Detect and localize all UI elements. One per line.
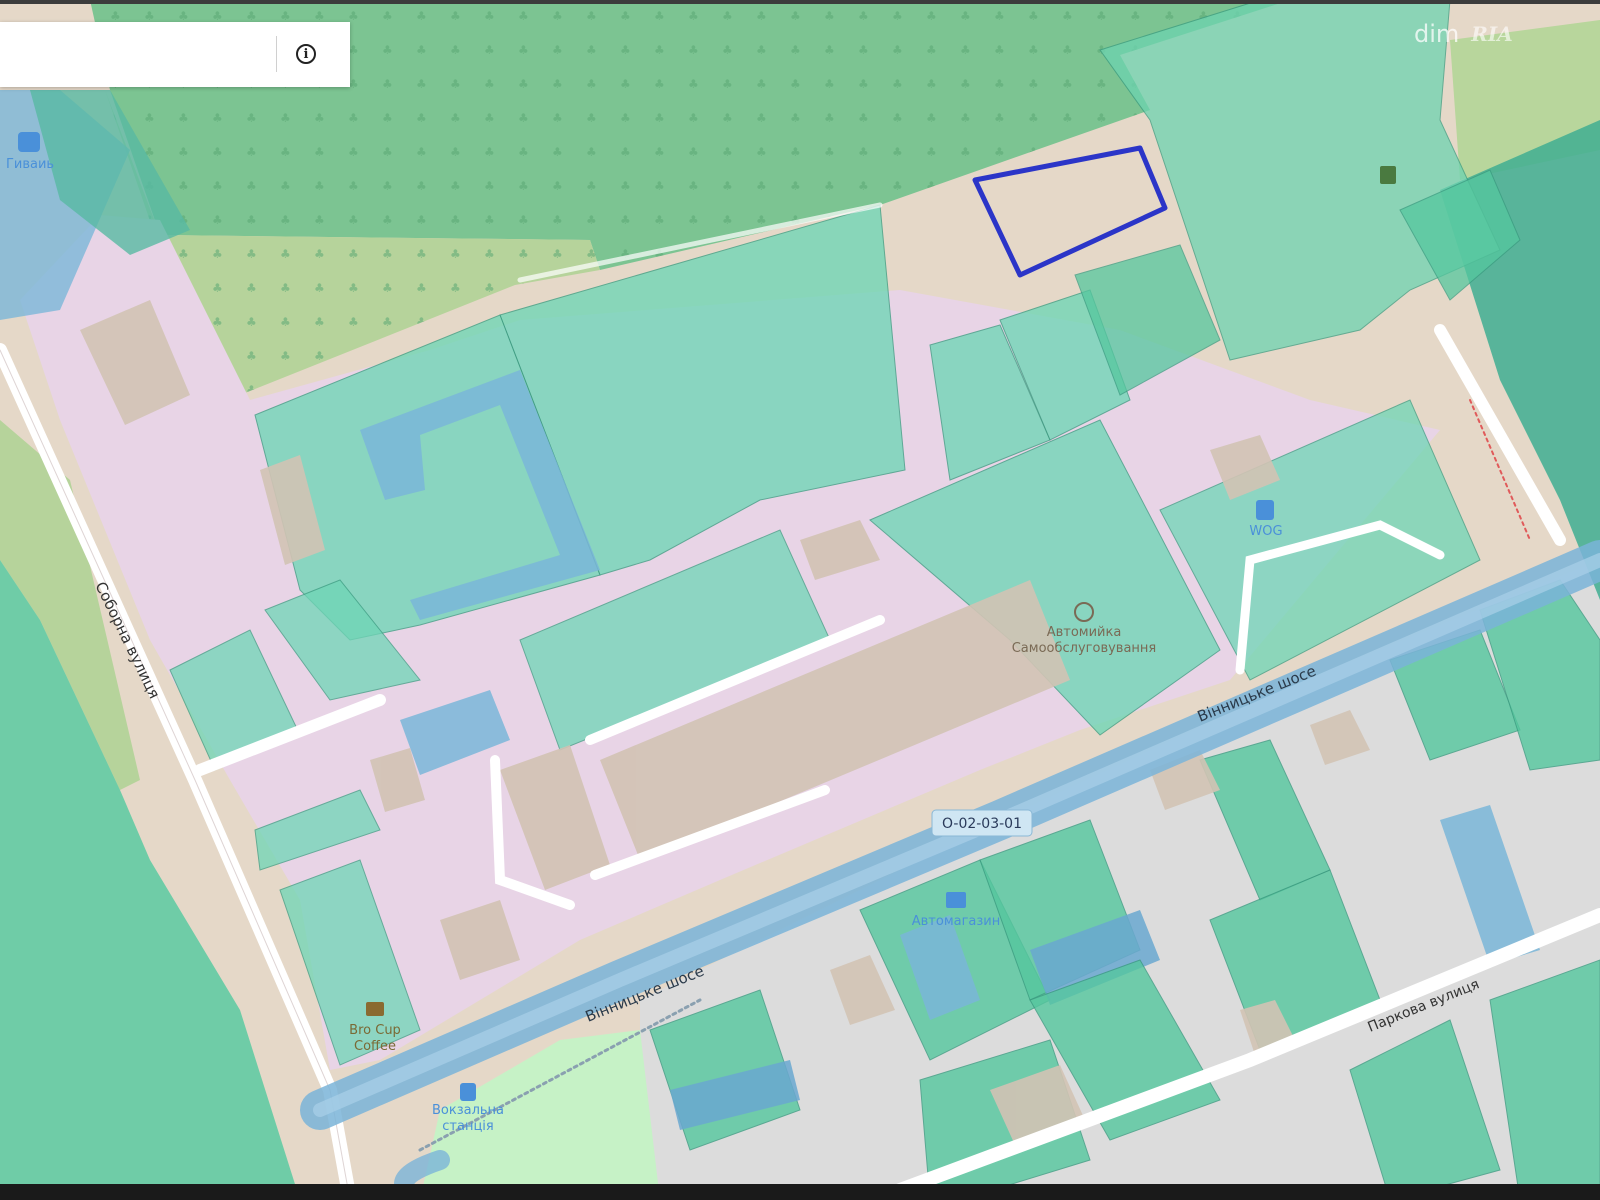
info-button[interactable]: i (286, 34, 326, 74)
railway-label-2: станція (442, 1119, 493, 1134)
train-icon (460, 1083, 476, 1101)
shop-icon (946, 892, 966, 908)
window-top-edge (0, 0, 1600, 4)
cadastral-map[interactable]: ♣ (0, 0, 1600, 1200)
fuel-station-icon (1256, 500, 1274, 520)
watermark: dim RIA (1414, 14, 1554, 54)
shop-label: Автомагазин (912, 914, 1001, 929)
map-viewport[interactable]: ♣ (0, 0, 1600, 1200)
bus-stop-icon (18, 132, 40, 152)
poi-unnamed-marker[interactable] (1380, 166, 1396, 184)
search-input[interactable] (0, 22, 270, 87)
railway-label-1: Вокзальна (432, 1103, 504, 1118)
coffee-label-1: Bro Cup (349, 1023, 401, 1038)
watermark-dim: dim (1414, 20, 1460, 48)
coffee-label-2: Coffee (354, 1039, 396, 1054)
coffee-icon (366, 1002, 384, 1016)
car-wash-label-2: Самообслуговування (1012, 641, 1157, 656)
search-panel: i (0, 22, 350, 87)
office-icon (1380, 166, 1396, 184)
road-badge: O-02-03-01 (942, 816, 1022, 832)
car-wash-label-1: Автомийка (1047, 625, 1122, 640)
watermark-ria: RIA (1471, 22, 1513, 46)
fuel-station-label: WOG (1249, 524, 1282, 539)
bus-stop-label: Гиваиь (6, 157, 54, 172)
search-divider (276, 36, 277, 72)
info-icon: i (296, 44, 316, 64)
window-bottom-edge (0, 1184, 1600, 1200)
